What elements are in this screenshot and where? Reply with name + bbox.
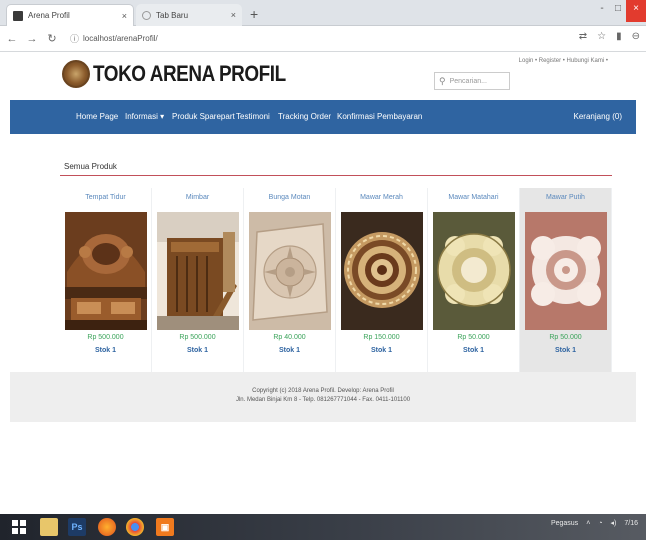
info-icon[interactable]: ⓘ <box>70 32 79 45</box>
chrome-icon[interactable] <box>126 518 144 536</box>
blank-page-icon <box>142 10 151 20</box>
window-controls: - □ × <box>594 0 646 22</box>
file-explorer-icon[interactable] <box>40 518 58 536</box>
product-card[interactable]: Bunga Motan Rp 40.000 Stok 1 <box>244 188 336 376</box>
firefox-icon[interactable] <box>98 518 116 536</box>
nav-item-informasi[interactable]: Informasi ▾ <box>125 100 164 134</box>
nav-item-home[interactable]: Home Page <box>76 100 118 134</box>
product-stock: Stok 1 <box>370 347 392 354</box>
product-card[interactable]: Mawar Putih Rp 50.000 Stok 1 <box>520 188 612 376</box>
site-header: TOKO ARENA PROFIL Login • Register • Hub… <box>0 52 646 98</box>
top-links[interactable]: Login • Register • Hubungi Kami • <box>519 58 608 64</box>
product-grid: Tempat Tidur Rp 500.000 Stok 1 Mimbar Rp… <box>60 188 612 376</box>
product-card[interactable]: Mawar Matahari Rp 50.000 Stok 1 <box>428 188 520 376</box>
photoshop-icon[interactable]: Ps <box>68 518 86 536</box>
address-bar: ← → ↻ ⓘ localhost/arenaProfil/ ⇄ ☆ ▮ ⊖ <box>0 26 646 52</box>
chevron-up-icon[interactable]: ˄ <box>586 520 590 527</box>
windows-start-icon[interactable] <box>10 518 28 536</box>
tab-title: Tab Baru <box>156 10 189 20</box>
footer-copyright: Copyright (c) 2018 Arena Profil. Develop… <box>252 388 394 394</box>
product-price: Rp 50.000 <box>457 334 490 341</box>
close-icon[interactable]: × <box>231 10 236 20</box>
product-image-bed[interactable] <box>65 212 147 330</box>
product-price: Rp 500.000 <box>87 334 124 341</box>
main-content: Semua Produk Tempat Tidur Rp 500.000 Sto… <box>10 134 636 376</box>
footer-address: Jln. Medan Binjai Km 8 - Telp. 081267771… <box>235 397 411 403</box>
product-card[interactable]: Tempat Tidur Rp 500.000 Stok 1 <box>60 188 152 376</box>
main-navbar: Home Page Informasi ▾ Produk Sparepart T… <box>10 100 636 134</box>
product-name[interactable]: Mawar Merah <box>336 194 427 201</box>
product-price: Rp 500.000 <box>179 334 216 341</box>
tab-title: Arena Profil <box>28 11 70 20</box>
product-price: Rp 40.000 <box>273 334 306 341</box>
site-favicon-icon <box>13 10 23 21</box>
search-placeholder: Pencarian... <box>449 77 487 85</box>
browser-tabstrip: Arena Profil × Tab Baru × + - □ × <box>0 0 646 26</box>
profile-icon[interactable]: ⊖ <box>632 31 640 42</box>
tab-new-tab[interactable]: Tab Baru × <box>136 4 242 26</box>
logo-text: TOKO ARENA PROFIL <box>93 61 286 86</box>
product-image-flower-panel[interactable] <box>249 212 331 330</box>
nav-item-konfirmasi-pembayaran[interactable]: Konfirmasi Pembayaran <box>337 100 422 134</box>
nav-item-produk-sparepart[interactable]: Produk Sparepart <box>172 100 235 134</box>
search-icon: ⚲ <box>439 75 446 86</box>
product-name[interactable]: Mawar Putih <box>520 194 611 201</box>
product-image-sun-rosette[interactable] <box>433 212 515 330</box>
close-icon[interactable]: × <box>122 11 127 21</box>
site-logo[interactable]: TOKO ARENA PROFIL <box>62 60 317 88</box>
cart-link[interactable]: Keranjang (0) <box>574 100 622 134</box>
clock[interactable]: 7/16 <box>624 520 638 527</box>
maximize-icon[interactable]: □ <box>610 0 626 22</box>
nav-item-tracking-order[interactable]: Tracking Order <box>278 100 331 134</box>
system-tray: Pegasus ˄ ◔ ◂) 7/16 <box>551 519 638 528</box>
extension-icon[interactable]: ▮ <box>616 31 622 42</box>
window-close-icon[interactable]: × <box>626 0 646 22</box>
product-stock: Stok 1 <box>462 347 484 354</box>
xampp-icon[interactable]: ▣ <box>156 518 174 536</box>
translate-icon[interactable]: ⇄ <box>579 31 587 42</box>
back-icon[interactable]: ← <box>4 33 20 45</box>
minimize-icon[interactable]: - <box>594 0 610 22</box>
reload-icon[interactable]: ↻ <box>44 32 60 45</box>
nav-item-testimoni[interactable]: Testimoni <box>236 100 270 134</box>
network-icon[interactable]: ◔ <box>598 520 602 527</box>
url-text: localhost/arenaProfil/ <box>83 34 158 43</box>
volume-icon[interactable]: ◂) <box>611 519 617 527</box>
product-name[interactable]: Tempat Tidur <box>60 194 151 201</box>
product-card[interactable]: Mawar Merah Rp 150.000 Stok 1 <box>336 188 428 376</box>
product-price: Rp 50.000 <box>549 334 582 341</box>
tab-arena-profil[interactable]: Arena Profil × <box>6 4 134 26</box>
product-name[interactable]: Mawar Matahari <box>428 194 519 201</box>
section-title: Semua Produk <box>64 162 117 171</box>
product-image-pulpit[interactable] <box>157 212 239 330</box>
browser-actions: ⇄ ☆ ▮ ⊖ <box>579 31 640 42</box>
os-taskbar: Ps ▣ Pegasus ˄ ◔ ◂) 7/16 <box>0 514 646 540</box>
site-footer: Copyright (c) 2018 Arena Profil. Develop… <box>10 372 636 422</box>
product-image-white-rosette[interactable] <box>525 212 607 330</box>
product-image-red-rosette[interactable] <box>341 212 423 330</box>
wood-ornament-logo-icon <box>62 60 90 88</box>
tray-label[interactable]: Pegasus <box>551 520 578 527</box>
bookmark-star-icon[interactable]: ☆ <box>597 31 606 42</box>
product-stock: Stok 1 <box>278 347 300 354</box>
search-input[interactable]: ⚲ Pencarian... <box>434 72 510 90</box>
section-divider <box>60 175 612 176</box>
url-field[interactable]: ⓘ localhost/arenaProfil/ <box>70 32 158 45</box>
product-card[interactable]: Mimbar Rp 500.000 Stok 1 <box>152 188 244 376</box>
new-tab-icon[interactable]: + <box>250 6 258 22</box>
product-price: Rp 150.000 <box>363 334 400 341</box>
product-stock: Stok 1 <box>554 347 576 354</box>
product-stock: Stok 1 <box>186 347 208 354</box>
forward-icon[interactable]: → <box>24 33 40 45</box>
product-stock: Stok 1 <box>94 347 116 354</box>
product-name[interactable]: Mimbar <box>152 194 243 201</box>
product-name[interactable]: Bunga Motan <box>244 194 335 201</box>
